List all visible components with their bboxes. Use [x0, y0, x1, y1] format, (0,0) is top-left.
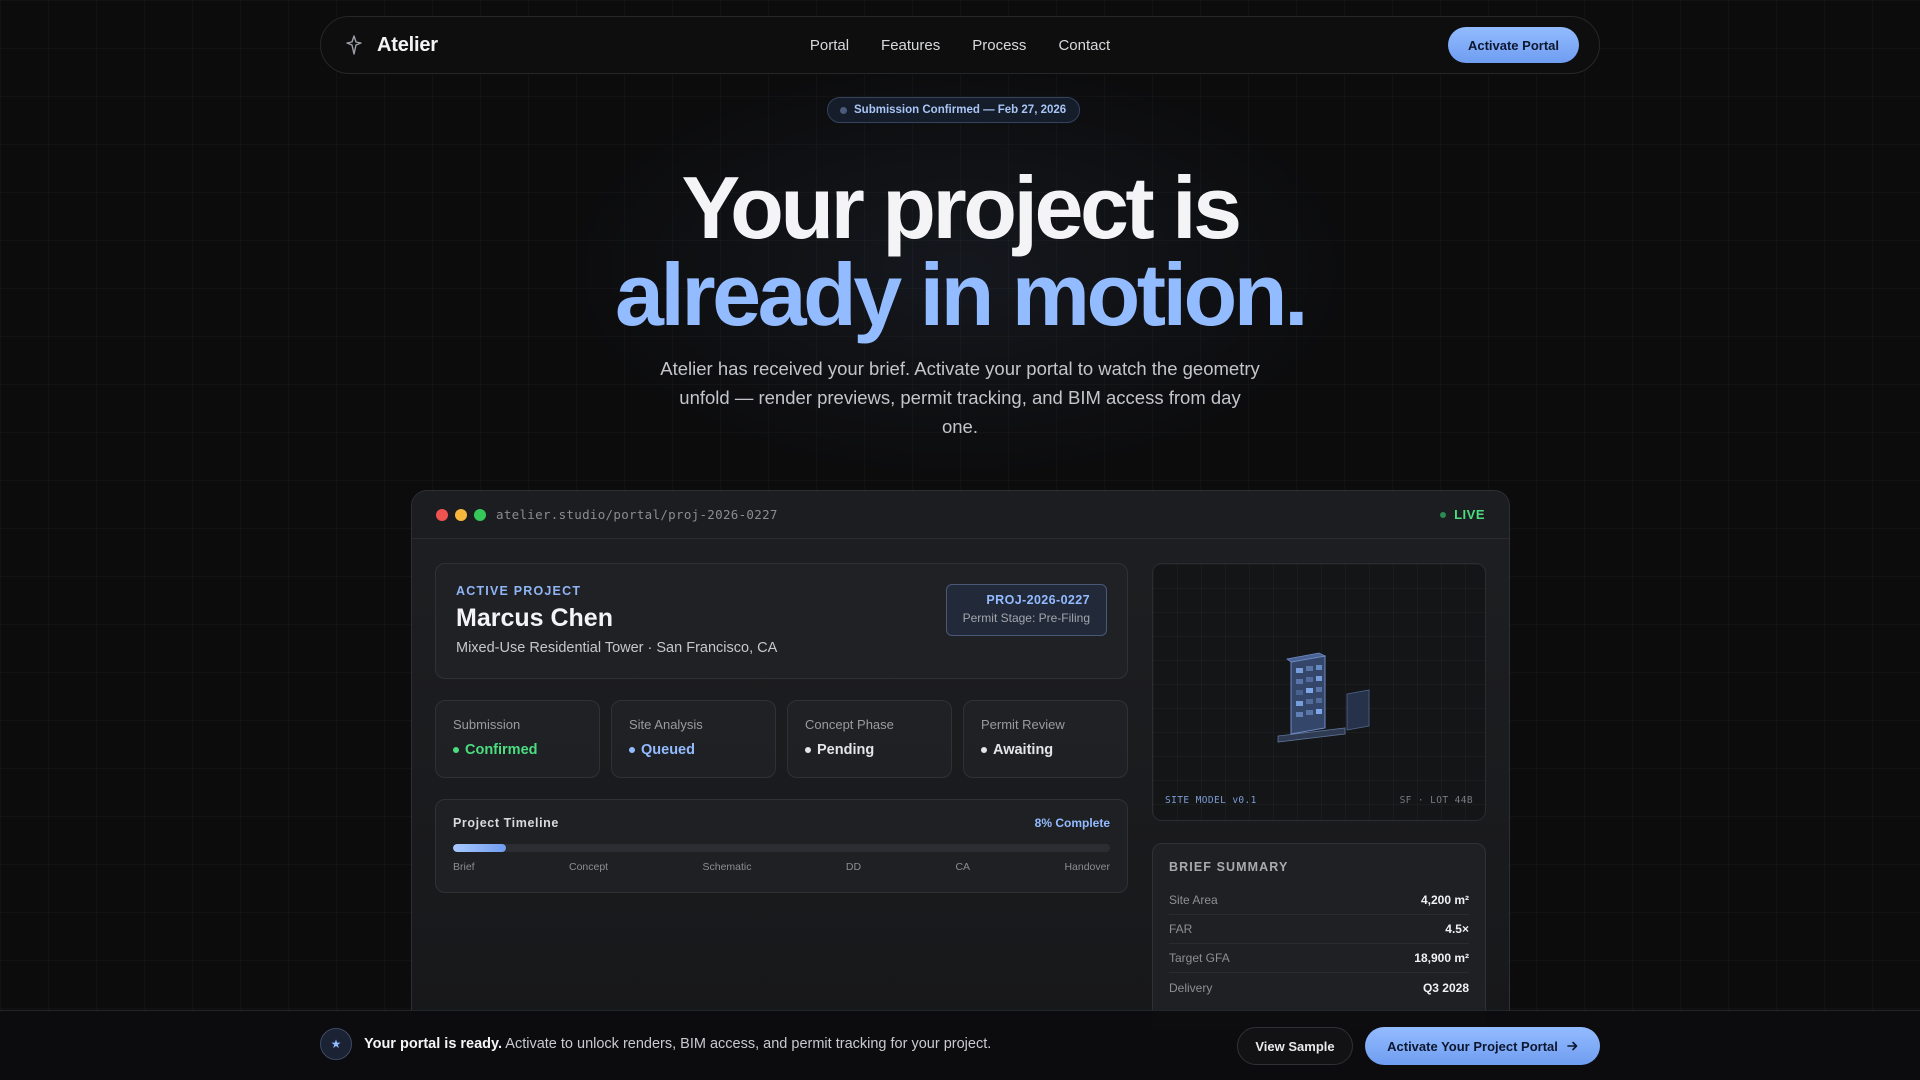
- live-label: LIVE: [1454, 507, 1485, 522]
- timeline-steps: Brief Concept Schematic DD CA Handover: [453, 861, 1110, 873]
- stage-value: Pending: [817, 742, 875, 758]
- brief-key: Target GFA: [1169, 951, 1230, 965]
- timeline-percent: 8% Complete: [1034, 816, 1110, 830]
- brief-key: Delivery: [1169, 980, 1213, 995]
- project-description: Mixed-Use Residential Tower · San Franci…: [456, 640, 778, 656]
- window-titlebar: atelier.studio/portal/proj-2026-0227 LIV…: [412, 491, 1509, 539]
- site-model-viewer[interactable]: SITE MODEL v0.1 SF · LOT 44B: [1152, 563, 1486, 821]
- hero-title-line-2: already in motion.: [614, 245, 1309, 344]
- stage-label: Site Analysis: [629, 717, 703, 732]
- timeline-step: DD: [845, 861, 862, 873]
- brief-title: BRIEF SUMMARY: [1169, 860, 1289, 874]
- model-label: SITE MODEL v0.1: [1165, 795, 1257, 806]
- stage-value: Queued: [641, 742, 695, 758]
- lot-label: SF · LOT 44B: [1399, 795, 1473, 806]
- submission-badge: Submission Confirmed — Feb 27, 2026: [827, 97, 1081, 123]
- window-url: atelier.studio/portal/proj-2026-0227: [496, 507, 778, 522]
- hero-subtitle: Atelier has received your brief. Activat…: [660, 358, 1260, 437]
- stage-label: Permit Review: [981, 717, 1065, 732]
- status-dot-icon: [805, 747, 811, 753]
- brief-key: Site Area: [1169, 893, 1218, 907]
- banner-text: Your portal is ready. Activate to unlock…: [364, 1036, 991, 1052]
- nav-link-contact[interactable]: Contact: [1058, 37, 1110, 54]
- status-dot-icon: [981, 747, 987, 753]
- status-dot-icon: [453, 747, 459, 753]
- live-indicator: LIVE: [1440, 507, 1485, 522]
- banner-body: Activate to unlock renders, BIM access, …: [502, 1036, 992, 1052]
- hero-title-line-1: Your project is: [681, 158, 1242, 257]
- brief-value: Q3 2028: [1422, 980, 1469, 995]
- project-code: PROJ-2026-0227: [986, 593, 1090, 607]
- badge-text: Submission Confirmed — Feb 27, 2026: [854, 104, 1067, 116]
- timeline-step: CA: [955, 861, 971, 873]
- star-icon: ★: [320, 1028, 352, 1060]
- stage-card-site-analysis: Site Analysis Queued: [611, 700, 776, 778]
- stage-status: Confirmed: [453, 742, 582, 758]
- stage-card-concept-phase: Concept Phase Pending: [787, 700, 952, 778]
- stage-status: Awaiting: [981, 742, 1110, 758]
- brief-row: Delivery Q3 2028: [1169, 973, 1469, 1002]
- brief-rows: Site Area 4,200 m² FAR 4.5× Target GFA 1…: [1169, 886, 1469, 1002]
- stage-value: Confirmed: [465, 742, 538, 758]
- nav-link-features[interactable]: Features: [881, 37, 940, 54]
- top-navbar: Atelier Portal Features Process Contact …: [320, 16, 1600, 74]
- building-model-icon: [1277, 652, 1370, 743]
- brief-key: FAR: [1169, 922, 1193, 936]
- arrow-right-icon: [1567, 1039, 1578, 1054]
- nav-link-process[interactable]: Process: [972, 37, 1026, 54]
- timeline-step: Brief: [453, 861, 475, 873]
- window-controls: [436, 508, 486, 521]
- stage-label: Submission: [453, 717, 521, 732]
- activation-banner: ★ Your portal is ready. Activate to unlo…: [0, 1010, 1920, 1080]
- brief-summary-card: BRIEF SUMMARY Site Area 4,200 m² FAR 4.5…: [1152, 843, 1486, 1029]
- timeline-progress-fill: [453, 844, 506, 852]
- brief-row: Site Area 4,200 m²: [1169, 886, 1469, 915]
- brand-name: Atelier: [377, 33, 438, 56]
- brief-row: FAR 4.5×: [1169, 915, 1469, 944]
- status-dot-icon: [629, 747, 635, 753]
- timeline-step: Handover: [1064, 861, 1110, 873]
- timeline-step: Schematic: [702, 861, 752, 873]
- active-project-card: ACTIVE PROJECT Marcus Chen Mixed-Use Res…: [435, 563, 1128, 679]
- banner-lead: Your portal is ready.: [364, 1036, 503, 1052]
- timeline-progress-track: [453, 844, 1110, 852]
- portal-preview-window: atelier.studio/portal/proj-2026-0227 LIV…: [411, 490, 1510, 1030]
- stage-status: Pending: [805, 742, 934, 758]
- sparkle-logo-icon: [343, 34, 365, 56]
- close-dot-icon: [436, 508, 448, 521]
- brief-value: 4.5×: [1445, 922, 1469, 936]
- activate-project-portal-label: Activate Your Project Portal: [1387, 1038, 1558, 1054]
- stage-value: Awaiting: [993, 742, 1054, 758]
- stage-status: Queued: [629, 742, 758, 758]
- view-sample-button[interactable]: View Sample: [1237, 1027, 1353, 1065]
- live-dot-icon: [1440, 511, 1447, 518]
- project-timeline-card: Project Timeline 8% Complete Brief Conce…: [435, 799, 1128, 893]
- brief-value: 4,200 m²: [1420, 893, 1469, 907]
- badge-dot: [840, 106, 847, 114]
- timeline-title: Project Timeline: [453, 816, 559, 830]
- stage-card-submission: Submission Confirmed: [435, 700, 600, 778]
- brief-value: 18,900 m²: [1414, 951, 1469, 965]
- activate-portal-button[interactable]: Activate Portal: [1447, 27, 1579, 63]
- nav-link-portal[interactable]: Portal: [810, 37, 849, 54]
- nav-links: Portal Features Process Contact: [321, 17, 1599, 73]
- brand[interactable]: Atelier: [343, 34, 438, 57]
- timeline-step: Concept: [568, 861, 609, 873]
- project-id-chip: PROJ-2026-0227 Permit Stage: Pre-Filing: [946, 584, 1107, 636]
- activate-project-portal-button[interactable]: Activate Your Project Portal: [1365, 1027, 1600, 1065]
- minimize-dot-icon: [455, 508, 467, 521]
- maximize-dot-icon: [474, 508, 486, 521]
- stage-card-permit-review: Permit Review Awaiting: [963, 700, 1128, 778]
- stage-label: Concept Phase: [805, 717, 894, 732]
- brief-row: Target GFA 18,900 m²: [1169, 944, 1469, 973]
- permit-stage: Permit Stage: Pre-Filing: [962, 611, 1090, 625]
